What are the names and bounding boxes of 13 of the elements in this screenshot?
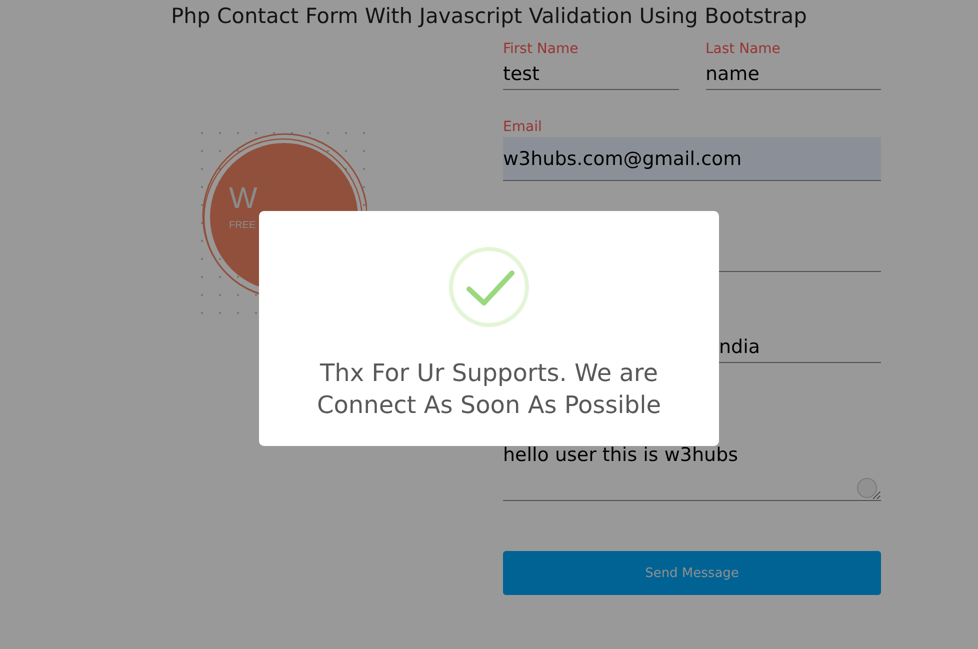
input-field[interactable]: test — [503, 59, 678, 90]
blob-icon[interactable] — [857, 478, 877, 498]
message-field[interactable]: hello user this is w3hubs — [503, 423, 881, 501]
field-label: Last Name — [706, 40, 782, 59]
dialog-message: Thx For Ur Supports. We are Connect As Soon As Possible — [316, 358, 662, 421]
page-title: Php Contact Form With Javascript Validation Using Bootstrap — [170, 3, 808, 28]
input-field[interactable]: w3hubs.com@gmail.com — [503, 137, 881, 181]
input-field[interactable]: name — [706, 59, 881, 90]
success-check-icon — [449, 247, 529, 327]
logo-tagline: FREE — [229, 220, 256, 231]
logo-letter: W — [229, 182, 258, 215]
field-label: Email — [503, 118, 543, 137]
field-label: First Name — [503, 40, 580, 59]
